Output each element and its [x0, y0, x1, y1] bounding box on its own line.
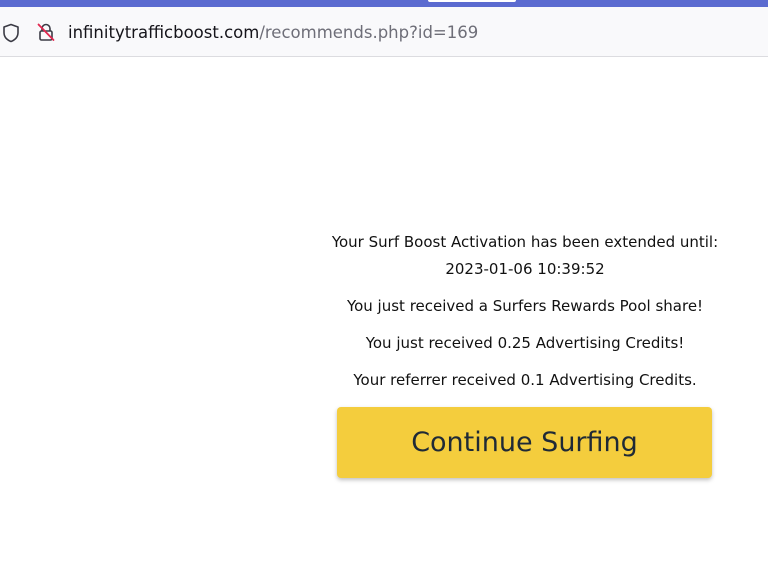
pool-share-notice: You just received a Surfers Rewards Pool… — [346, 297, 704, 315]
continue-surfing-button[interactable]: Continue Surfing — [337, 407, 712, 478]
url-host: infinitytrafficboost.com — [68, 23, 260, 42]
browser-top-strip — [0, 0, 768, 7]
insecure-lock-icon[interactable] — [36, 22, 56, 42]
url-text[interactable]: infinitytrafficboost.com/recommends.php?… — [68, 22, 478, 44]
referrer-credits-notice: Your referrer received 0.1 Advertising C… — [353, 371, 697, 389]
address-bar[interactable]: infinitytrafficboost.com/recommends.php?… — [0, 7, 768, 57]
active-tab-edge[interactable] — [428, 0, 516, 2]
shield-icon[interactable] — [2, 23, 20, 43]
url-path: /recommends.php?id=169 — [259, 23, 479, 42]
expiry-date: 2023-01-06 10:39:52 — [445, 260, 605, 278]
activation-message: Your Surf Boost Activation has been exte… — [320, 228, 730, 394]
credits-received-notice: You just received 0.25 Advertising Credi… — [365, 334, 685, 352]
extension-notice: Your Surf Boost Activation has been exte… — [331, 233, 719, 251]
